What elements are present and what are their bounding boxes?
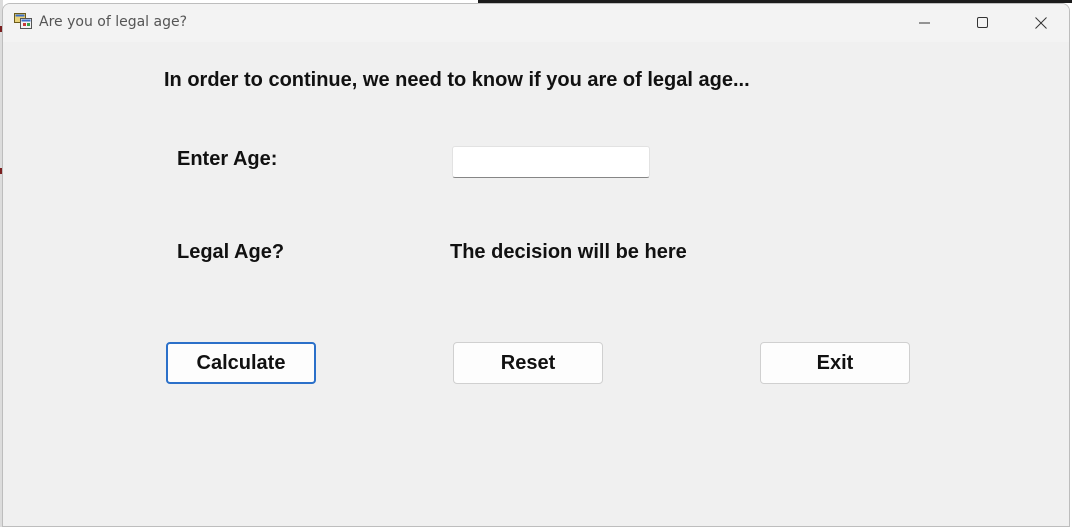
window-title: Are you of legal age?: [39, 14, 188, 30]
close-icon: [1035, 17, 1047, 29]
reset-button[interactable]: Reset: [453, 342, 603, 384]
close-button[interactable]: [1012, 4, 1069, 42]
form-heading: In order to continue, we need to know if…: [164, 69, 750, 91]
maximize-icon: [977, 17, 988, 28]
minimize-button[interactable]: [896, 4, 954, 42]
form-client-area: In order to continue, we need to know if…: [3, 42, 1069, 526]
app-window: Are you of legal age? In order to contin…: [2, 3, 1070, 527]
maximize-button[interactable]: [954, 4, 1012, 42]
legal-age-label: Legal Age?: [177, 241, 285, 263]
exit-button[interactable]: Exit: [760, 342, 910, 384]
decision-output: The decision will be here: [450, 241, 687, 263]
age-input[interactable]: [452, 146, 650, 178]
title-bar[interactable]: Are you of legal age?: [3, 4, 1069, 42]
minimize-icon: [919, 22, 930, 24]
calculate-button[interactable]: Calculate: [166, 342, 316, 384]
windows-form-icon: [14, 13, 32, 29]
age-label: Enter Age:: [177, 148, 278, 170]
